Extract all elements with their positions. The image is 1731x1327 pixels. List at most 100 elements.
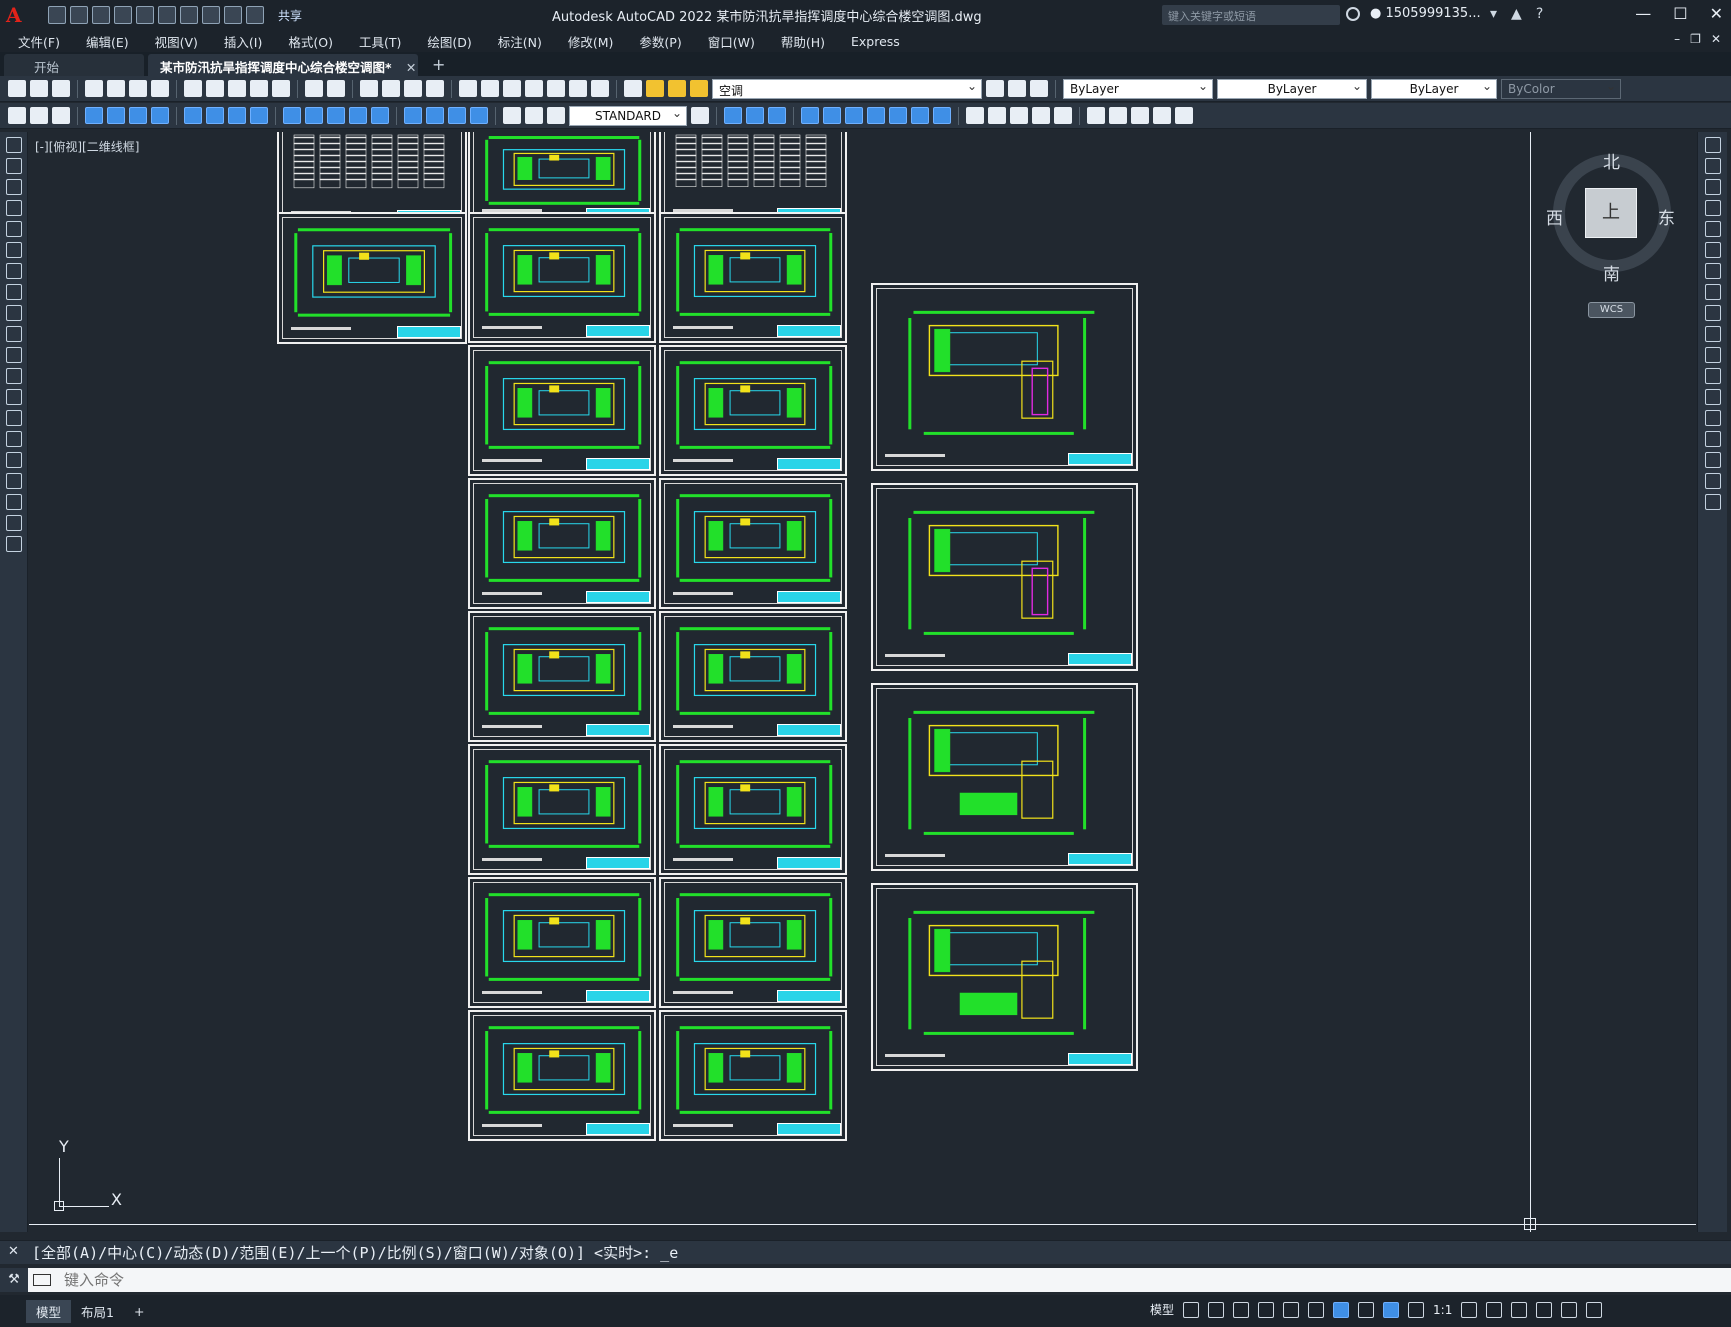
- rotate-icon[interactable]: [1704, 263, 1721, 279]
- multiline-text-icon[interactable]: [1054, 107, 1072, 124]
- undo-icon[interactable]: [305, 80, 323, 97]
- save-web-icon[interactable]: [158, 6, 176, 24]
- menu-file[interactable]: 文件(F): [0, 32, 73, 51]
- construction-line-icon[interactable]: [5, 158, 22, 174]
- linetype-dropdown[interactable]: ByLayer: [1217, 78, 1367, 99]
- chamfer-icon[interactable]: [1704, 431, 1721, 447]
- minimize-button[interactable]: —: [1635, 4, 1651, 23]
- design-center-icon[interactable]: [481, 80, 499, 97]
- hatch-icon[interactable]: [5, 431, 22, 447]
- add-layout-button[interactable]: +: [124, 1302, 154, 1321]
- tab-active-drawing[interactable]: 某市防汛抗旱指挥调度中心综合楼空调图* ✕: [148, 54, 418, 76]
- save-icon[interactable]: [92, 6, 110, 24]
- make-block-icon[interactable]: [5, 389, 22, 405]
- mirror-object-icon[interactable]: [746, 107, 764, 124]
- clean-screen-icon[interactable]: [1561, 1301, 1578, 1318]
- text-style-dropdown[interactable]: STANDARD: [569, 105, 687, 126]
- move-icon[interactable]: [1704, 242, 1721, 258]
- update-dimension-icon[interactable]: [30, 107, 48, 124]
- explode-icon[interactable]: [1704, 494, 1721, 510]
- polyline-icon[interactable]: [5, 179, 22, 195]
- dim-break-icon[interactable]: [371, 107, 389, 124]
- model-space-toggle[interactable]: 模型: [1150, 1301, 1174, 1318]
- 3d-dwf-icon[interactable]: [151, 80, 169, 97]
- gradient-icon[interactable]: [988, 107, 1006, 124]
- quick-dim-icon[interactable]: [283, 107, 301, 124]
- ortho-icon[interactable]: [1233, 1301, 1250, 1318]
- search-icon[interactable]: [1346, 7, 1360, 21]
- arc-length-icon[interactable]: [129, 107, 147, 124]
- cart-icon[interactable]: ▾: [1490, 6, 1497, 22]
- diameter-icon[interactable]: [228, 107, 246, 124]
- preview-icon[interactable]: [107, 80, 125, 97]
- table-icon[interactable]: [5, 494, 22, 510]
- scale-icon[interactable]: [1704, 284, 1721, 300]
- compass-west[interactable]: 西: [1546, 204, 1563, 229]
- lineweight-icon[interactable]: [1358, 1301, 1375, 1318]
- jogged-icon[interactable]: [206, 107, 224, 124]
- layer-dropdown[interactable]: 空调: [712, 78, 982, 99]
- customize-qat-icon[interactable]: [246, 6, 264, 24]
- search-input[interactable]: 键入关键字或短语: [1162, 5, 1340, 25]
- ordinate-icon[interactable]: [151, 107, 169, 124]
- menu-tools[interactable]: 工具(T): [346, 32, 414, 51]
- tab-layout1[interactable]: 布局1: [71, 1300, 124, 1323]
- doc-close-button[interactable]: ✕: [1711, 32, 1721, 46]
- properties-icon[interactable]: [459, 80, 477, 97]
- linear-dimension-icon[interactable]: [85, 107, 103, 124]
- center-mark-icon[interactable]: [426, 107, 444, 124]
- isodraft-icon[interactable]: [1283, 1301, 1300, 1318]
- copy-icon[interactable]: [206, 80, 224, 97]
- hatch-icon[interactable]: [966, 107, 984, 124]
- user-account[interactable]: ● 1505999135...: [1370, 6, 1481, 21]
- save-icon[interactable]: [52, 80, 70, 97]
- angular-icon[interactable]: [250, 107, 268, 124]
- tab-model[interactable]: 模型: [26, 1299, 72, 1323]
- point-icon[interactable]: [5, 410, 22, 426]
- match-properties-icon[interactable]: [250, 80, 268, 97]
- ellipse-icon[interactable]: [5, 326, 22, 342]
- customize-command-icon[interactable]: ⚒: [0, 1268, 28, 1292]
- workspace-gear-icon[interactable]: [1461, 1301, 1478, 1318]
- undo-icon[interactable]: [202, 6, 220, 24]
- attach-icon[interactable]: [1153, 107, 1171, 124]
- quick-dimension-icon[interactable]: [8, 107, 26, 124]
- rotate-icon[interactable]: [845, 107, 863, 124]
- radius-icon[interactable]: [184, 107, 202, 124]
- erase-icon[interactable]: [1704, 137, 1721, 153]
- layer-on-icon[interactable]: [646, 80, 664, 97]
- compass-north[interactable]: 北: [1603, 148, 1620, 173]
- make-current-layer-icon[interactable]: [986, 80, 1004, 97]
- annotation-visibility-icon[interactable]: [1383, 1301, 1400, 1318]
- publish-icon[interactable]: [129, 80, 147, 97]
- layer-properties-icon[interactable]: [624, 80, 642, 97]
- baseline-icon[interactable]: [305, 107, 323, 124]
- tab-start[interactable]: 开始: [4, 54, 144, 76]
- paste-icon[interactable]: [228, 80, 246, 97]
- fillet-icon[interactable]: [1704, 452, 1721, 468]
- annotation-monitor-icon[interactable]: [1486, 1301, 1503, 1318]
- dim-override-icon[interactable]: [691, 107, 709, 124]
- layer-freeze-icon[interactable]: [668, 80, 686, 97]
- zoom-window-icon[interactable]: [404, 80, 422, 97]
- join-icon[interactable]: [1704, 410, 1721, 426]
- color-dropdown[interactable]: ByLayer: [1063, 78, 1213, 99]
- ellipse-arc-icon[interactable]: [5, 347, 22, 363]
- polygon-icon[interactable]: [5, 200, 22, 216]
- annotation-scale[interactable]: 1:1: [1433, 1303, 1452, 1317]
- wcs-menu-button[interactable]: WCS: [1588, 302, 1635, 318]
- lineweight-dropdown[interactable]: ByLayer: [1371, 78, 1497, 99]
- scale-icon[interactable]: [867, 107, 885, 124]
- dim-edit-icon[interactable]: [503, 107, 521, 124]
- autodesk-app-icon[interactable]: ▲: [1511, 6, 1522, 22]
- extend-icon[interactable]: [1704, 347, 1721, 363]
- autocad-logo-icon[interactable]: A: [6, 3, 30, 27]
- copy-object-icon[interactable]: [724, 107, 742, 124]
- aligned-dimension-icon[interactable]: [107, 107, 125, 124]
- dim-update-icon[interactable]: [547, 107, 565, 124]
- line-icon[interactable]: [5, 137, 22, 153]
- plot-icon[interactable]: [180, 6, 198, 24]
- break-at-point-icon[interactable]: [1704, 368, 1721, 384]
- mirror-icon[interactable]: [1704, 179, 1721, 195]
- array-icon[interactable]: [1704, 221, 1721, 237]
